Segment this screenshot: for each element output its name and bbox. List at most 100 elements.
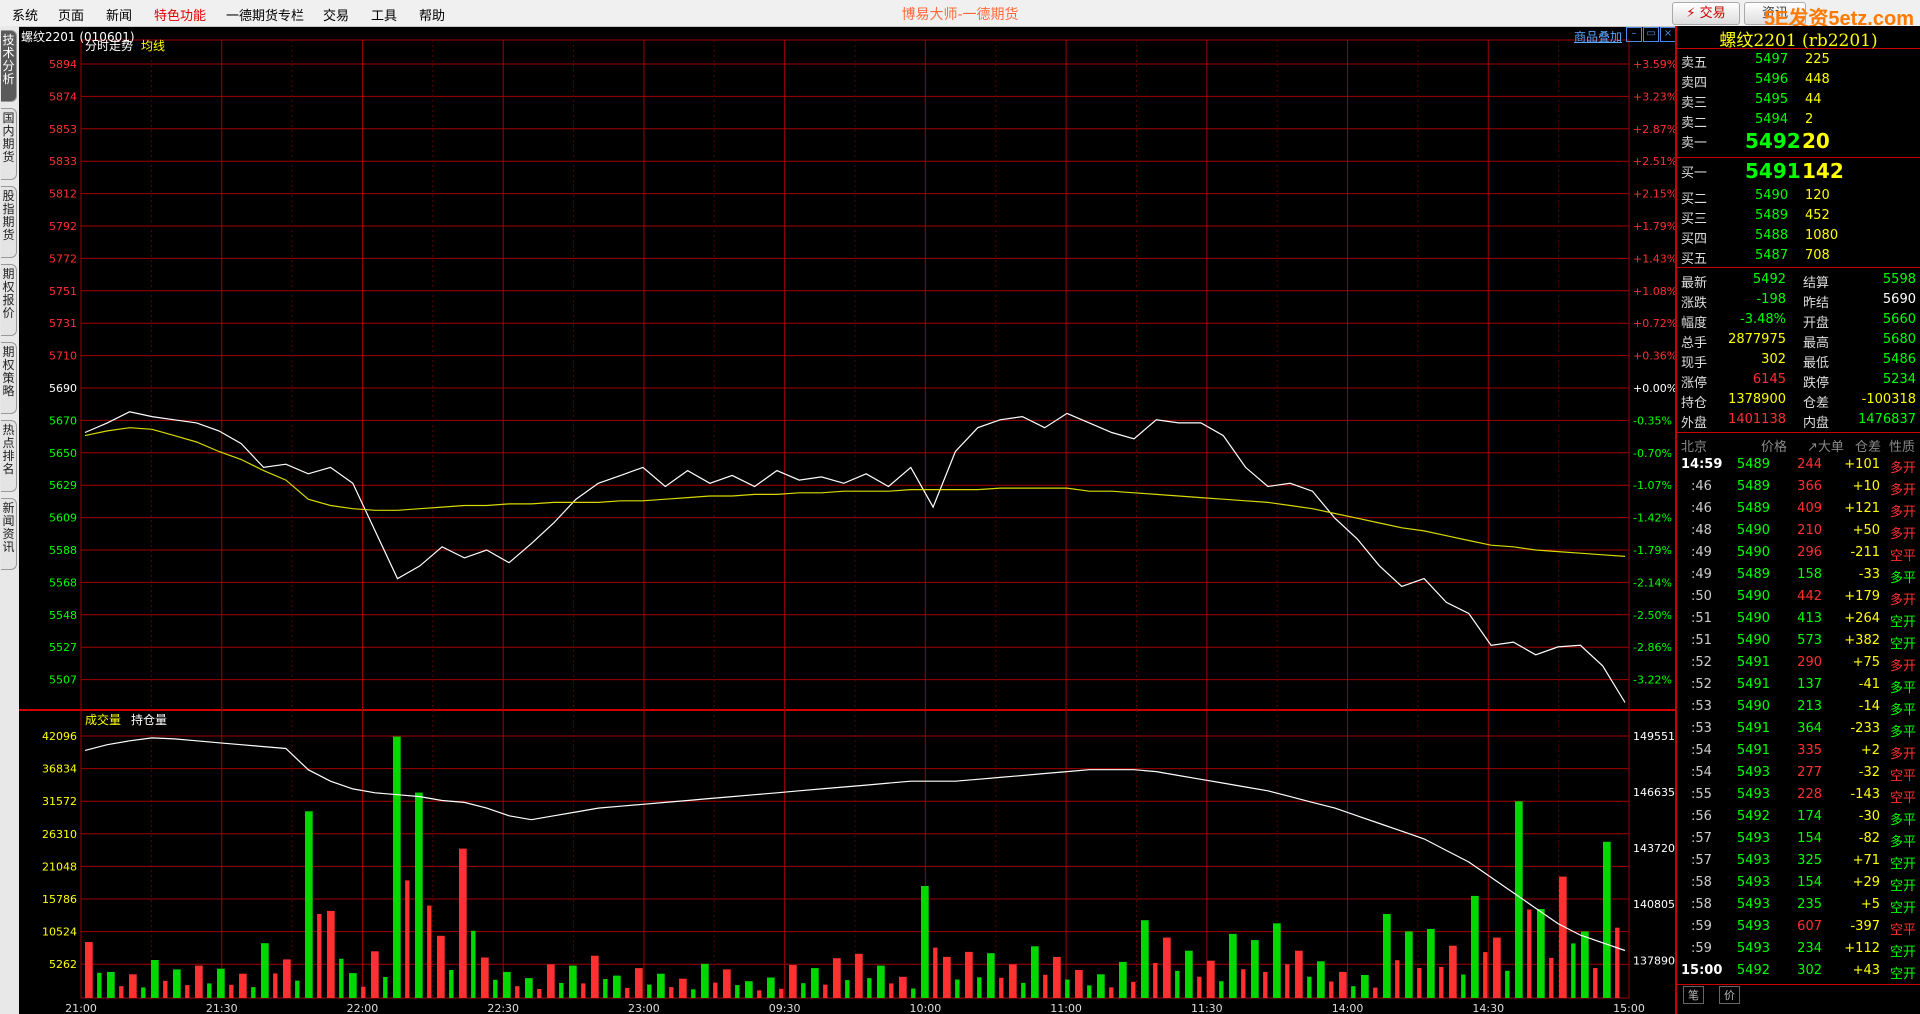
tick-time: :49 bbox=[1691, 567, 1712, 582]
sidetab-options-quotes[interactable]: 期权报价 bbox=[1, 264, 17, 336]
tick-diff: +121 bbox=[1844, 501, 1880, 516]
sidetab-technical[interactable]: 技术分析 bbox=[1, 30, 17, 102]
intraday-chart[interactable]: 5894 +3.59% 5874 +3.23% 5853 +2.87% 5833 +2.51%… bbox=[19, 26, 1676, 1014]
tick-nature: 多开 bbox=[1889, 747, 1916, 762]
volume-bar bbox=[1229, 933, 1237, 998]
volume-bar bbox=[559, 982, 564, 998]
volume-bar bbox=[955, 979, 960, 998]
tick-nature: 多平 bbox=[1889, 725, 1916, 740]
volume-bar bbox=[1009, 964, 1017, 998]
time-axis-label: 11:00 bbox=[1050, 1002, 1082, 1014]
oi-line bbox=[84, 737, 1626, 952]
percent-axis-label: +2.51% bbox=[1633, 155, 1675, 168]
volume-bar bbox=[383, 977, 388, 998]
tick-row: :53 5490 213 -14 多平 bbox=[1677, 696, 1920, 718]
sidetab-news[interactable]: 新闻资讯 bbox=[1, 498, 17, 570]
tick-diff: +112 bbox=[1844, 941, 1880, 956]
volume-bar bbox=[1075, 970, 1083, 998]
volume-bar bbox=[1109, 987, 1114, 998]
quote-title: 螺纹2201 (rb2201) bbox=[1677, 26, 1920, 51]
bid-label: 买五 bbox=[1681, 252, 1708, 267]
volume-bar bbox=[1527, 909, 1532, 998]
volume-bar bbox=[1273, 923, 1281, 998]
time-axis-label: 14:30 bbox=[1472, 1002, 1504, 1014]
stat-label: 外盘 bbox=[1681, 416, 1708, 431]
chart-canvas[interactable]: 5894 +3.59% 5874 +3.23% 5853 +2.87% 5833 +2.51%… bbox=[19, 26, 1675, 1014]
tick-row: :48 5490 210 +50 多开 bbox=[1677, 520, 1920, 542]
percent-axis-label: -0.35% bbox=[1633, 414, 1672, 427]
time-axis-label: 22:00 bbox=[347, 1002, 379, 1014]
volume-bar bbox=[1417, 968, 1422, 998]
menu-features[interactable]: 特色功能 bbox=[154, 5, 206, 24]
stat-row: 持仓 1378900 仓差 -100318 bbox=[1677, 390, 1920, 411]
bid-label: 买三 bbox=[1681, 212, 1708, 227]
ask-row: 卖二 5494 2 bbox=[1677, 110, 1920, 131]
menu-news[interactable]: 新闻 bbox=[106, 5, 132, 24]
sidetab-options-strategy[interactable]: 期权策略 bbox=[1, 342, 17, 414]
tick-volume: 154 bbox=[1797, 875, 1822, 890]
ask-row: 卖四 5496 448 bbox=[1677, 70, 1920, 91]
volume-bar bbox=[779, 988, 784, 998]
price-axis-label: 5568 bbox=[49, 576, 77, 589]
sidetab-domestic-futures[interactable]: 国内期货 bbox=[1, 108, 17, 180]
price-axis-label: 5731 bbox=[49, 317, 77, 330]
bid-label: 买四 bbox=[1681, 232, 1708, 247]
tick-row: :49 5489 158 -33 多平 bbox=[1677, 564, 1920, 586]
volume-bar bbox=[339, 958, 344, 998]
menu-page[interactable]: 页面 bbox=[58, 5, 84, 24]
tick-volume: 158 bbox=[1797, 567, 1822, 582]
menu-trade[interactable]: 交易 bbox=[323, 5, 349, 24]
tick-diff: -82 bbox=[1858, 831, 1880, 846]
menu-help[interactable]: 帮助 bbox=[419, 5, 445, 24]
sidetab-hot-ranking[interactable]: 热点排名 bbox=[1, 420, 17, 492]
stat-label: 开盘 bbox=[1803, 316, 1830, 331]
volume-axis-label: 31572 bbox=[42, 795, 77, 808]
tick-time: :56 bbox=[1691, 809, 1712, 824]
trade-button[interactable]: ⚡ 交易 bbox=[1672, 2, 1740, 25]
volume-bar bbox=[437, 935, 445, 998]
stat-label: 涨停 bbox=[1681, 376, 1708, 391]
stat-value: 5680 bbox=[1882, 332, 1916, 347]
tab-prices[interactable]: 价 bbox=[1719, 986, 1740, 1004]
bid-row: 买四 5488 1080 bbox=[1677, 226, 1920, 247]
close-chart-icon[interactable]: × bbox=[1660, 27, 1676, 42]
volume-bar bbox=[251, 987, 256, 998]
tick-time: 15:00 bbox=[1681, 963, 1723, 978]
restore-chart-icon[interactable]: ▭ bbox=[1643, 27, 1659, 42]
menu-system[interactable]: 系统 bbox=[12, 5, 38, 24]
stat-label: 最高 bbox=[1803, 336, 1830, 351]
tab-trades[interactable]: 笔 bbox=[1683, 986, 1704, 1004]
stat-row: 最新 5492 结算 5598 bbox=[1677, 270, 1920, 291]
stat-value: 302 bbox=[1761, 352, 1786, 367]
tick-row: :50 5490 442 +179 多开 bbox=[1677, 586, 1920, 608]
bid-row: 买二 5490 120 bbox=[1677, 186, 1920, 207]
volume-bar bbox=[1537, 909, 1545, 998]
volume-bar bbox=[921, 886, 929, 998]
menu-tools[interactable]: 工具 bbox=[371, 5, 397, 24]
stat-row: 涨跌 -198 昨结 5690 bbox=[1677, 290, 1920, 311]
overlay-link[interactable]: 商品叠加 bbox=[1574, 28, 1622, 45]
volume-bar bbox=[1461, 974, 1466, 998]
percent-axis-label: +3.59% bbox=[1633, 58, 1675, 71]
tick-volume: 366 bbox=[1797, 479, 1822, 494]
volume-panel-label: 成交量 bbox=[85, 712, 121, 727]
time-axis-label: 09:30 bbox=[769, 1002, 801, 1014]
volume-bar bbox=[1329, 981, 1334, 998]
volume-bar bbox=[185, 985, 190, 998]
stat-label: 内盘 bbox=[1803, 416, 1830, 431]
stat-value: 5492 bbox=[1752, 272, 1786, 287]
stat-label: 最低 bbox=[1803, 356, 1830, 371]
menu-column[interactable]: 一德期货专栏 bbox=[226, 5, 304, 24]
bid-row: 买五 5487 708 bbox=[1677, 246, 1920, 267]
volume-bar bbox=[1571, 943, 1576, 998]
price-axis-label: 5650 bbox=[49, 447, 77, 460]
sidetab-index-futures[interactable]: 股指期货 bbox=[1, 186, 17, 258]
stat-value: 5234 bbox=[1882, 372, 1916, 387]
volume-bar bbox=[317, 914, 322, 998]
volume-bar bbox=[1175, 970, 1180, 998]
minimize-chart-icon[interactable]: – bbox=[1626, 27, 1642, 42]
tick-diff: -233 bbox=[1850, 721, 1880, 736]
price-axis-label: 5588 bbox=[49, 544, 77, 557]
volume-bar bbox=[85, 942, 93, 998]
volume-bar bbox=[1493, 937, 1501, 998]
